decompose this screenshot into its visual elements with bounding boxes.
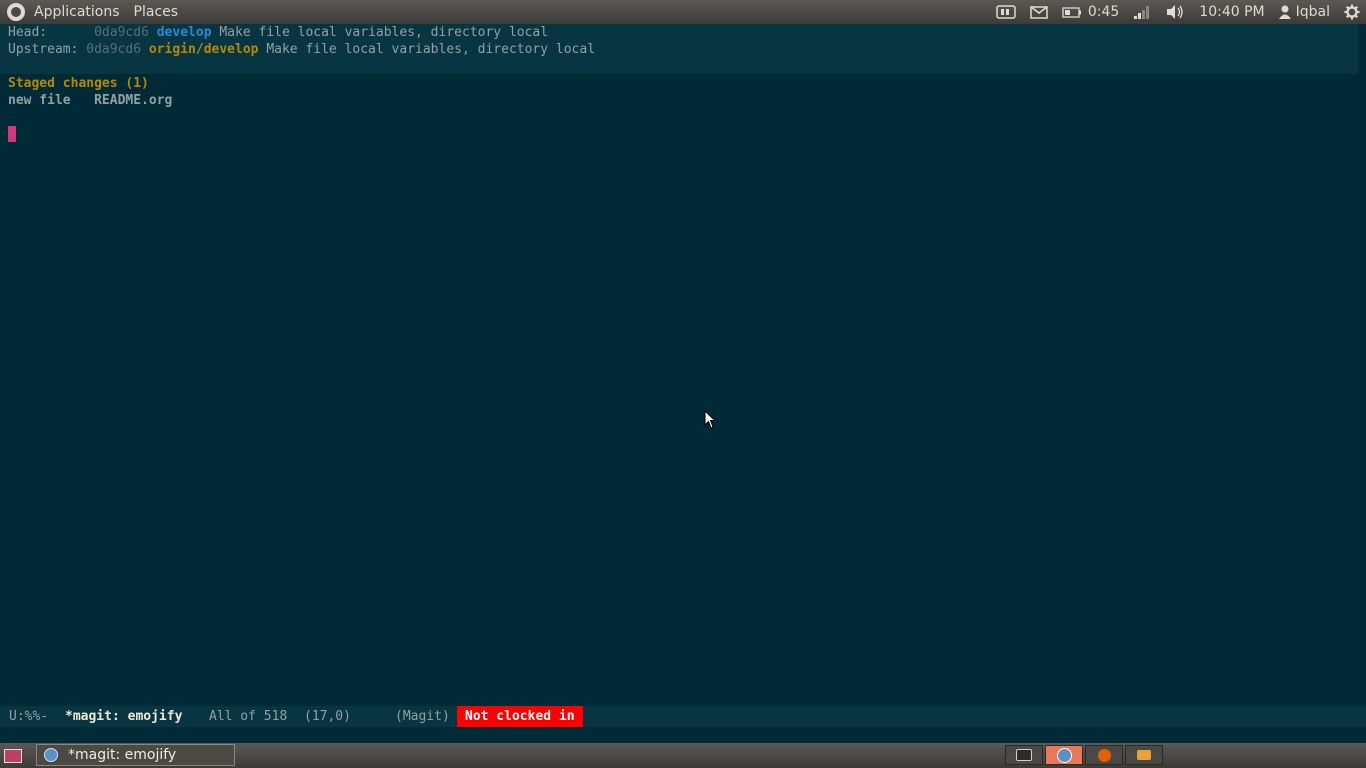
network-manager-icon[interactable] [996, 0, 1016, 24]
applications-menu[interactable]: Applications [34, 4, 120, 20]
ubuntu-logo-icon[interactable] [7, 3, 25, 21]
places-menu[interactable]: Places [134, 4, 179, 20]
head-hash[interactable]: 0da9cd6 [94, 25, 149, 40]
modeline-status: U:%%- [9, 709, 49, 724]
battery-icon[interactable] [1062, 0, 1082, 24]
magit-status-buffer[interactable]: Head: 0da9cd6 develop Make file local va… [0, 24, 1366, 706]
taskbar-window-button[interactable]: *magit: emojify [36, 744, 235, 766]
clock[interactable]: 10:40 PM [1199, 4, 1264, 20]
head-branch[interactable]: develop [157, 25, 212, 40]
staged-file-row[interactable]: new file README.org [8, 92, 172, 109]
firefox-icon [1097, 748, 1111, 762]
head-line[interactable]: Head: 0da9cd6 develop Make file local va… [8, 24, 548, 41]
mouse-pointer-icon [704, 410, 716, 429]
modeline-major-mode[interactable]: (Magit) [395, 706, 450, 727]
head-label: Head: [8, 25, 48, 40]
show-desktop-icon[interactable] [4, 749, 22, 763]
workspace-4[interactable] [1125, 745, 1163, 765]
minibuffer[interactable] [0, 727, 1366, 743]
mode-line: U:%%- *magit: emojify All of 518 (17,0) … [0, 706, 1366, 727]
workspace-2[interactable] [1045, 745, 1083, 765]
head-message: Make file local variables, directory loc… [219, 25, 549, 40]
user-name[interactable]: Iqbal [1296, 4, 1330, 20]
session-gear-icon[interactable] [1344, 0, 1360, 24]
workspace-3[interactable] [1085, 745, 1123, 765]
upstream-hash[interactable]: 0da9cd6 [86, 42, 141, 57]
text-cursor [8, 126, 16, 142]
modeline-line-col: (17,0) [304, 709, 351, 724]
taskbar-window-title: *magit: emojify [68, 747, 177, 763]
top-panel: Applications Places 0:45 10:40 PM Iqbal [0, 0, 1366, 24]
upstream-line[interactable]: Upstream: 0da9cd6 origin/develop Make fi… [8, 41, 595, 58]
signal-strength-icon[interactable] [1133, 0, 1151, 24]
modeline-position: All of 518 [209, 709, 288, 724]
user-icon[interactable] [1278, 0, 1291, 24]
org-clock-status[interactable]: Not clocked in [457, 706, 583, 727]
workspace-switcher[interactable] [1005, 745, 1165, 765]
staged-changes-heading[interactable]: Staged changes (1) [8, 75, 149, 92]
terminal-icon [1016, 749, 1032, 761]
file-status: new file [8, 93, 71, 108]
modeline-buffer-name[interactable]: *magit: emojify [65, 706, 182, 727]
file-name[interactable]: README.org [94, 93, 172, 108]
emacs-icon [1056, 747, 1072, 763]
file-manager-icon [1137, 750, 1151, 760]
bottom-panel: *magit: emojify [0, 743, 1366, 768]
upstream-message: Make file local variables, directory loc… [266, 42, 596, 57]
upstream-branch[interactable]: origin/develop [149, 42, 259, 57]
workspace-1[interactable] [1005, 745, 1043, 765]
battery-time: 0:45 [1087, 4, 1120, 20]
upstream-label: Upstream: [8, 42, 79, 57]
mail-icon[interactable] [1030, 0, 1048, 24]
emacs-icon [44, 748, 58, 762]
volume-icon[interactable] [1165, 0, 1185, 24]
